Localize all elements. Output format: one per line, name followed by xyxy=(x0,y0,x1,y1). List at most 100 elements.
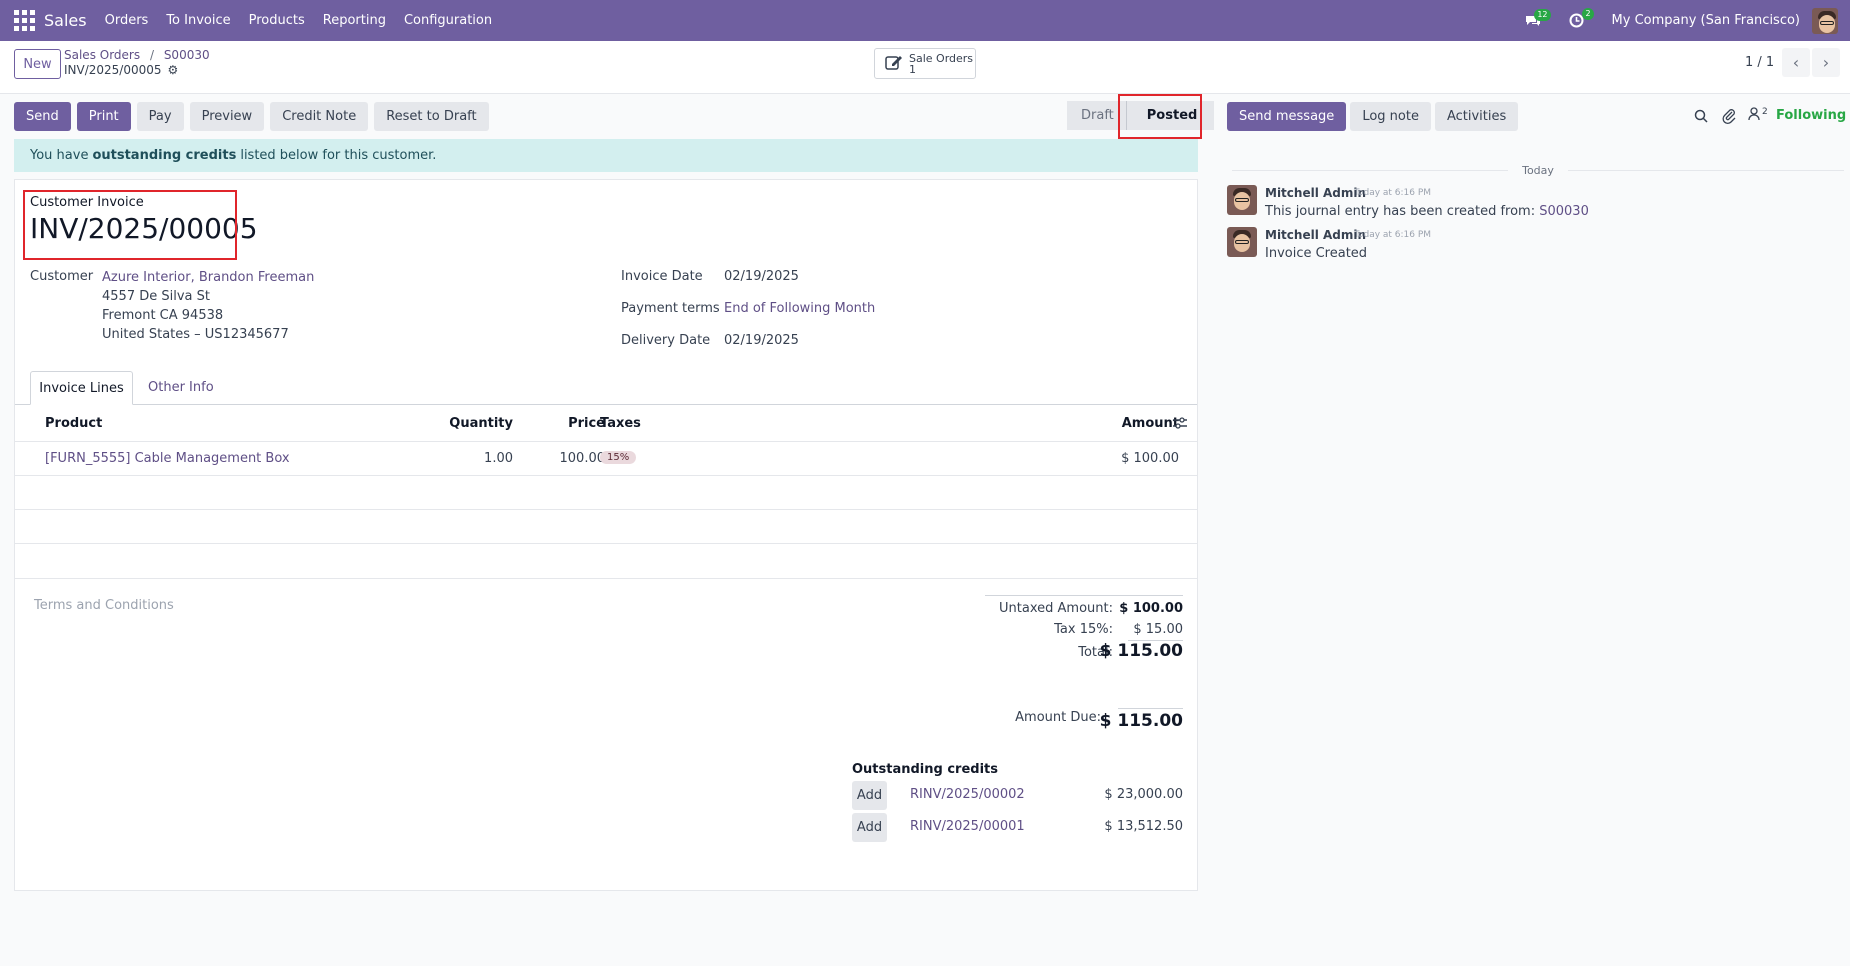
activities-button[interactable]: Activities xyxy=(1434,102,1519,131)
credit-note-button[interactable]: Credit Note xyxy=(270,102,369,131)
delivery-date-label: Delivery Date xyxy=(621,333,711,348)
table-row[interactable]: [FURN_5555] Cable Management Box 1.00 10… xyxy=(15,442,1197,476)
add-credit-button[interactable]: Add xyxy=(852,813,887,842)
table-row-empty xyxy=(15,544,1197,579)
followers-count: 2 xyxy=(1762,107,1768,117)
search-icon[interactable] xyxy=(1694,109,1708,127)
untaxed-amount-label: Untaxed Amount: xyxy=(999,601,1113,616)
table-row-empty xyxy=(15,510,1197,544)
gear-icon[interactable]: ⚙ xyxy=(168,63,179,77)
messages-icon[interactable]: 12 xyxy=(1525,8,1551,28)
customer-label: Customer xyxy=(30,269,94,284)
posted-highlight-box xyxy=(1118,94,1202,139)
credit-ref-link[interactable]: RINV/2025/00002 xyxy=(910,787,1025,802)
message-time: Today at 6:16 PM xyxy=(1354,188,1432,198)
address-line-2: Fremont CA 94538 xyxy=(102,308,224,323)
breadcrumb-separator: / xyxy=(149,48,154,62)
credit-ref-link[interactable]: RINV/2025/00001 xyxy=(910,819,1025,834)
terms-and-conditions-field[interactable]: Terms and Conditions xyxy=(34,598,174,613)
outstanding-credits-alert: You have outstanding credits listed belo… xyxy=(14,139,1198,172)
payment-terms-link[interactable]: End of Following Month xyxy=(724,301,875,316)
preview-button[interactable]: Preview xyxy=(189,102,265,131)
address-line-3: United States – US12345677 xyxy=(102,327,289,342)
col-price[interactable]: Price xyxy=(535,416,605,431)
alert-prefix: You have xyxy=(30,148,89,163)
delivery-date-value[interactable]: 02/19/2025 xyxy=(724,333,799,348)
following-button[interactable]: Following xyxy=(1776,108,1846,123)
address-line-1: 4557 De Silva St xyxy=(102,289,210,304)
line-price: 100.00 xyxy=(559,451,606,466)
message-text: Invoice Created xyxy=(1265,246,1368,261)
credit-amount: $ 13,512.50 xyxy=(1104,819,1183,834)
activities-icon[interactable]: 2 xyxy=(1569,8,1594,28)
menu-to-invoice[interactable]: To Invoice xyxy=(166,13,230,28)
breadcrumb-sales-orders[interactable]: Sales Orders xyxy=(64,48,140,62)
pager-value[interactable]: 1 / 1 xyxy=(1745,55,1774,70)
invoice-date-value[interactable]: 02/19/2025 xyxy=(724,269,799,284)
top-navbar: Sales Orders To Invoice Products Reporti… xyxy=(0,0,1850,41)
date-separator: Today xyxy=(1232,164,1845,177)
action-buttons: Send Print Pay Preview Credit Note Reset… xyxy=(14,102,489,131)
message-time: Today at 6:16 PM xyxy=(1354,230,1432,240)
add-credit-button[interactable]: Add xyxy=(852,781,887,810)
invoice-title-highlight-box xyxy=(23,190,237,260)
author-avatar[interactable] xyxy=(1227,185,1257,215)
followers-icon[interactable]: 2 xyxy=(1748,107,1768,121)
message-author[interactable]: Mitchell Admin xyxy=(1265,228,1366,242)
tax-label: Tax 15%: xyxy=(1054,622,1113,637)
tab-other-info[interactable]: Other Info xyxy=(148,380,214,395)
control-panel: New Sales Orders / S00030 INV/2025/00005… xyxy=(0,41,1850,94)
tab-invoice-lines-label: Invoice Lines xyxy=(39,380,124,396)
untaxed-amount-value: $ 100.00 xyxy=(1119,601,1183,616)
breadcrumb: Sales Orders / S00030 xyxy=(64,48,210,62)
menu-reporting[interactable]: Reporting xyxy=(323,13,386,28)
line-quantity: 1.00 xyxy=(484,451,513,466)
amount-due-border xyxy=(1118,708,1183,709)
app-name[interactable]: Sales xyxy=(44,11,87,30)
amount-due-value: $ 115.00 xyxy=(1099,711,1183,731)
status-draft[interactable]: Draft xyxy=(1067,101,1126,130)
breadcrumb-order[interactable]: S00030 xyxy=(164,48,210,62)
user-avatar[interactable] xyxy=(1812,7,1838,34)
reset-to-draft-button[interactable]: Reset to Draft xyxy=(374,102,489,131)
record-name: INV/2025/00005 xyxy=(64,63,162,77)
menu-products[interactable]: Products xyxy=(249,13,305,28)
edit-icon xyxy=(885,54,903,74)
credit-amount: $ 23,000.00 xyxy=(1104,787,1183,802)
chatter: Send message Log note Activities 2 Follo… xyxy=(1214,94,1850,966)
payment-terms-label: Payment terms xyxy=(621,301,720,316)
pager-previous-icon[interactable]: ‹ xyxy=(1782,48,1810,77)
alert-bold: outstanding credits xyxy=(92,148,237,163)
log-note-button[interactable]: Log note xyxy=(1350,102,1431,131)
line-product[interactable]: [FURN_5555] Cable Management Box xyxy=(45,451,290,466)
author-avatar[interactable] xyxy=(1227,227,1257,257)
optional-columns-icon[interactable] xyxy=(1173,417,1187,433)
message-link[interactable]: S00030 xyxy=(1539,204,1589,219)
pay-button[interactable]: Pay xyxy=(136,102,184,131)
new-button[interactable]: New xyxy=(14,49,61,79)
table-header: Product Quantity Price Taxes Amount xyxy=(15,405,1197,442)
date-separator-label: Today xyxy=(1522,164,1554,177)
message-text: This journal entry has been created from… xyxy=(1265,204,1536,219)
tab-invoice-lines[interactable]: Invoice Lines xyxy=(30,371,133,405)
paperclip-icon[interactable] xyxy=(1722,108,1736,128)
chatter-actions: Send message Log note Activities xyxy=(1227,102,1519,131)
col-product[interactable]: Product xyxy=(45,416,102,431)
send-button[interactable]: Send xyxy=(14,102,71,131)
menu-configuration[interactable]: Configuration xyxy=(404,13,492,28)
smart-button-label: Sale Orders xyxy=(909,51,974,65)
print-button[interactable]: Print xyxy=(76,102,131,131)
apps-menu-icon[interactable] xyxy=(13,10,35,32)
send-message-button[interactable]: Send message xyxy=(1227,102,1347,131)
line-tax-tag: 15% xyxy=(600,451,637,464)
alert-suffix: listed below for this customer. xyxy=(240,148,437,163)
col-amount[interactable]: Amount xyxy=(1095,416,1179,431)
message-author[interactable]: Mitchell Admin xyxy=(1265,186,1366,200)
col-taxes[interactable]: Taxes xyxy=(600,416,641,431)
customer-link[interactable]: Azure Interior, Brandon Freeman xyxy=(102,270,314,285)
sale-orders-smart-button[interactable]: Sale Orders 1 xyxy=(874,48,976,79)
company-switcher[interactable]: My Company (San Francisco) xyxy=(1612,13,1800,28)
col-quantity[interactable]: Quantity xyxy=(435,416,513,431)
menu-orders[interactable]: Orders xyxy=(105,13,149,28)
pager-next-icon[interactable]: › xyxy=(1812,48,1840,77)
